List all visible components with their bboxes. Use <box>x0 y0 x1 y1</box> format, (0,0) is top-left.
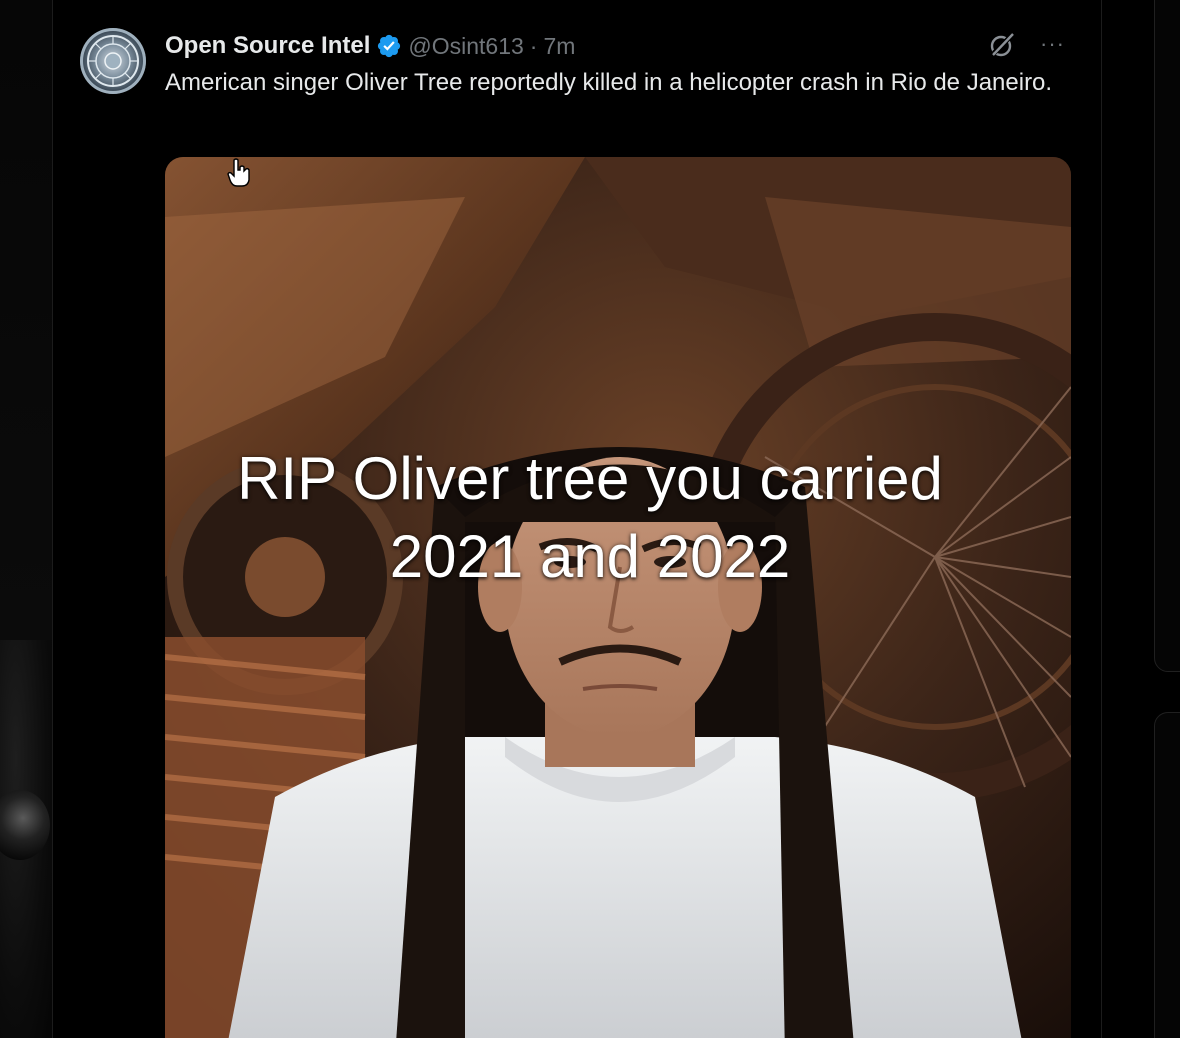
caption-line-1: RIP Oliver tree you carried <box>237 445 943 512</box>
hand-pointer-icon <box>227 158 250 187</box>
verified-badge-icon <box>378 34 401 58</box>
sidebar-card[interactable] <box>1154 712 1180 1038</box>
background-video-strip <box>0 0 52 1038</box>
tweet-media[interactable]: RIP Oliver tree you carried 2021 and 202… <box>165 157 1071 1038</box>
sidebar-card[interactable] <box>1154 0 1180 672</box>
avatar-emblem-icon <box>87 35 139 87</box>
separator-dot: · <box>529 32 538 59</box>
avatar[interactable] <box>80 28 146 94</box>
tweet-author-line: Open Source Intel @Osint613 · 7m <box>165 30 575 62</box>
author-handle[interactable]: @Osint613 <box>408 33 523 60</box>
more-options-icon[interactable]: ··· <box>1040 30 1072 58</box>
right-sidebar <box>1150 0 1180 1038</box>
caption-line-2: 2021 and 2022 <box>389 523 791 590</box>
media-photo <box>165 157 1071 1038</box>
tweet-timestamp[interactable]: 7m <box>543 33 575 60</box>
meme-caption: RIP Oliver tree you carried 2021 and 202… <box>165 440 1015 596</box>
screenshot-stage: Open Source Intel @Osint613 · 7m ··· Ame… <box>0 0 1180 1038</box>
grok-icon[interactable] <box>988 31 1016 59</box>
author-display-name[interactable]: Open Source Intel <box>165 32 370 60</box>
tweet-text: American singer Oliver Tree reportedly k… <box>165 69 1053 96</box>
